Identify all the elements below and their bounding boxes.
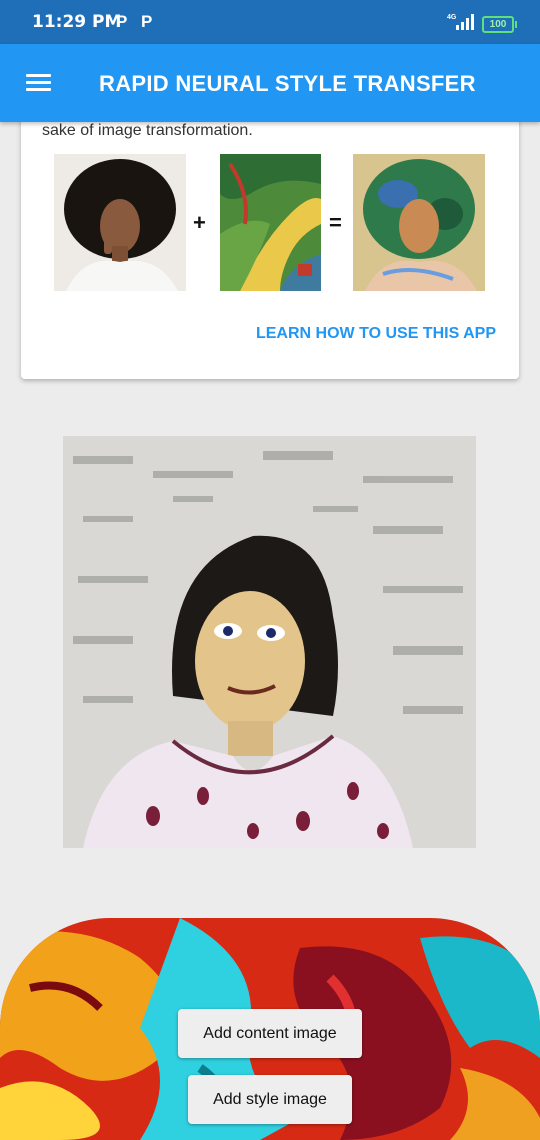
stylized-result-image	[63, 436, 476, 848]
add-style-image-button[interactable]: Add style image	[188, 1075, 352, 1124]
app-bar: RAPID NEURAL STYLE TRANSFER	[0, 44, 540, 122]
network-type-label: 4G	[447, 14, 457, 21]
notification-p-icon: P	[116, 12, 128, 31]
learn-how-link[interactable]: LEARN HOW TO USE THIS APP	[256, 325, 496, 343]
example-style-image	[220, 154, 321, 291]
info-card: sake of image transformation. + = LEARN …	[21, 100, 519, 379]
card-description: sake of image transformation.	[42, 122, 253, 139]
example-content-image	[54, 154, 186, 291]
battery-icon: 100	[482, 16, 517, 33]
add-content-image-button[interactable]: Add content image	[178, 1009, 362, 1058]
status-time: 11:29 PM	[32, 12, 122, 32]
equals-symbol: =	[329, 210, 342, 235]
signal-strength-icon	[456, 14, 474, 30]
app-title: RAPID NEURAL STYLE TRANSFER	[99, 71, 476, 96]
notification-p-icon: P	[141, 12, 153, 31]
status-bar: 11:29 PM P P 4G 100	[0, 0, 540, 44]
plus-symbol: +	[193, 210, 206, 235]
hamburger-menu-icon[interactable]	[26, 74, 51, 92]
example-result-image	[353, 154, 485, 291]
